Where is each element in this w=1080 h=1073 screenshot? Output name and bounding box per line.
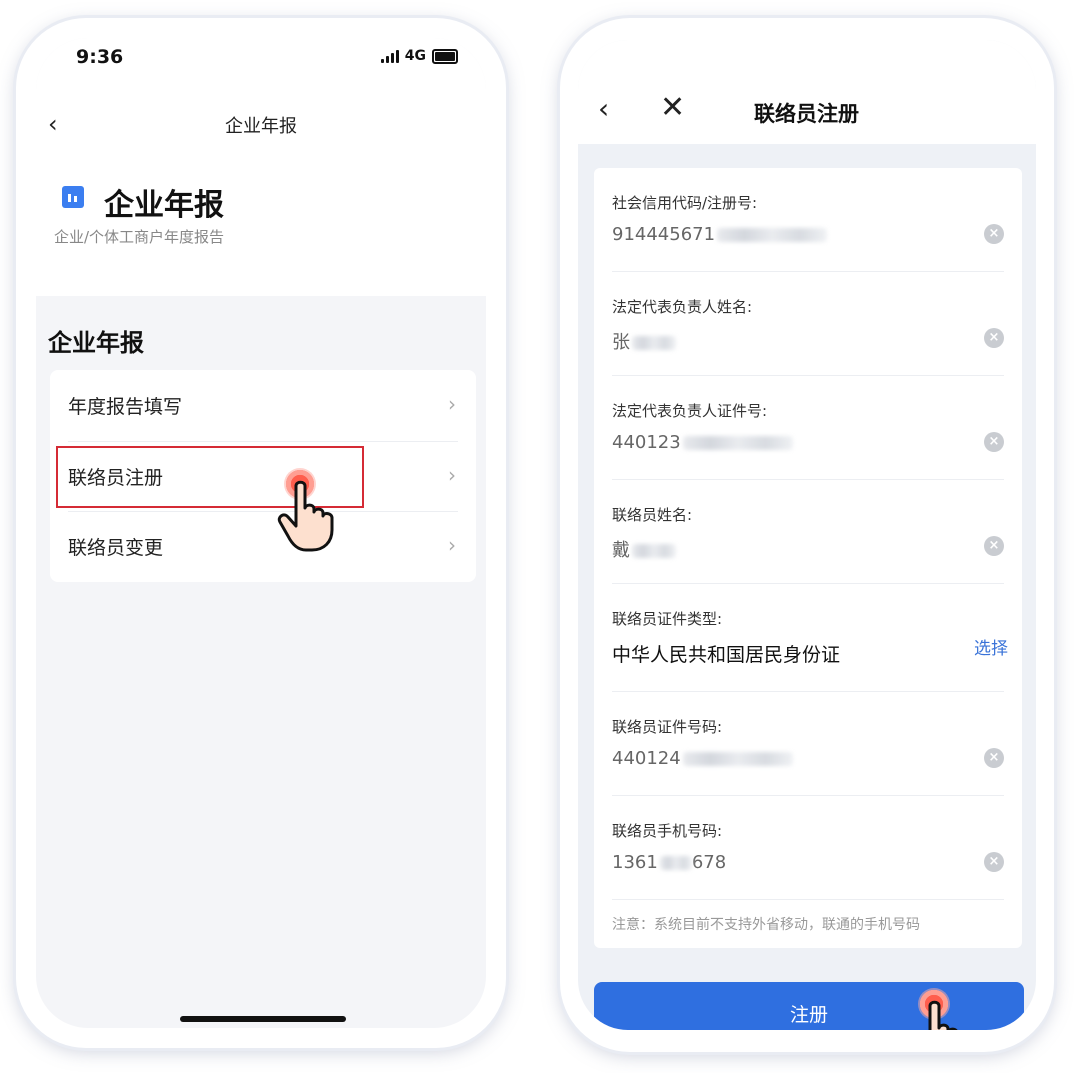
field-label: 联络员证件号码:: [612, 718, 723, 736]
status-time: 9:36: [76, 46, 124, 68]
right-phone-frame: ‹ ✕ 联络员注册 社会信用代码/注册号: 914445671 × 法定代表负责…: [560, 18, 1054, 1052]
clear-icon[interactable]: ×: [984, 852, 1004, 872]
field-label: 联络员证件类型:: [612, 610, 723, 628]
pointing-hand-icon: [928, 1000, 958, 1030]
signal-icon: [380, 49, 399, 63]
clear-icon[interactable]: ×: [984, 536, 1004, 556]
right-phone-screen: ‹ ✕ 联络员注册 社会信用代码/注册号: 914445671 × 法定代表负责…: [578, 40, 1036, 1030]
status-bar: 9:36 4G: [36, 38, 486, 88]
menu-item-label: 年度报告填写: [68, 396, 183, 418]
menu-item-label: 联络员变更: [68, 537, 164, 559]
nav-bar: ‹ 企业年报: [36, 88, 486, 158]
menu-item-annual-report[interactable]: 年度报告填写 ›: [50, 370, 476, 440]
legal-rep-id-input[interactable]: 440123: [612, 432, 793, 453]
clear-icon[interactable]: ×: [984, 328, 1004, 348]
field-credit-code: 社会信用代码/注册号: 914445671 ×: [594, 168, 1022, 272]
masked-text: [632, 336, 676, 350]
network-label: 4G: [404, 48, 426, 64]
form-note: 注意：系统目前不支持外省移动，联通的手机号码: [612, 917, 920, 933]
left-phone-screen: 9:36 4G ‹ 企业年报 企业年报 企业/个体工商户年度报告 企业年报 年度…: [36, 38, 486, 1028]
field-label: 法定代表负责人姓名:: [612, 298, 753, 316]
legal-rep-name-input[interactable]: 张: [612, 328, 676, 354]
menu-item-contact-change[interactable]: 联络员变更 ›: [50, 511, 476, 581]
masked-text: [717, 228, 828, 242]
nav-bar: ‹ ✕ 联络员注册: [578, 40, 1036, 144]
close-icon[interactable]: ✕: [660, 90, 685, 125]
clear-icon[interactable]: ×: [984, 224, 1004, 244]
clear-icon[interactable]: ×: [984, 748, 1004, 768]
hero-subtitle: 企业/个体工商户年度报告: [54, 228, 225, 246]
masked-text: [682, 436, 793, 450]
page-title: 联络员注册: [754, 102, 859, 126]
field-label: 法定代表负责人证件号:: [612, 402, 768, 420]
masked-text: [659, 856, 692, 870]
clear-icon[interactable]: ×: [984, 432, 1004, 452]
field-legal-rep-id: 法定代表负责人证件号: 440123 ×: [594, 376, 1022, 480]
hero-title: 企业年报: [104, 188, 224, 223]
battery-icon: [432, 48, 458, 64]
field-contact-id-number: 联络员证件号码: 440124 ×: [594, 692, 1022, 796]
contact-name-input[interactable]: 戴: [612, 536, 676, 562]
field-contact-phone: 联络员手机号码: 1361 678 ×: [594, 796, 1022, 900]
nav-title: 企业年报: [225, 116, 297, 137]
hero-header: 企业年报 企业/个体工商户年度报告: [36, 158, 486, 296]
report-chart-icon: [62, 186, 84, 208]
left-phone-frame: 9:36 4G ‹ 企业年报 企业年报 企业/个体工商户年度报告 企业年报 年度…: [16, 18, 506, 1048]
field-label: 联络员手机号码:: [612, 822, 723, 840]
masked-text: [632, 544, 676, 558]
section-title: 企业年报: [48, 329, 144, 357]
back-icon[interactable]: ‹: [598, 92, 609, 125]
contact-phone-input[interactable]: 1361 678: [612, 852, 726, 873]
field-legal-rep-name: 法定代表负责人姓名: 张 ×: [594, 272, 1022, 376]
chevron-right-icon: ›: [448, 463, 456, 487]
contact-id-number-input[interactable]: 440124: [612, 748, 793, 769]
status-indicators: 4G: [380, 48, 458, 64]
field-divider: [612, 899, 1004, 900]
home-indicator[interactable]: [180, 1016, 346, 1022]
chevron-right-icon: ›: [448, 392, 456, 416]
select-id-type-button[interactable]: 选择: [974, 634, 1008, 659]
credit-code-input[interactable]: 914445671: [612, 224, 828, 245]
masked-text: [682, 752, 793, 766]
field-contact-name: 联络员姓名: 戴 ×: [594, 480, 1022, 584]
field-label: 联络员姓名:: [612, 506, 693, 524]
id-type-value: 中华人民共和国居民身份证: [612, 644, 841, 666]
registration-form: 社会信用代码/注册号: 914445671 × 法定代表负责人姓名: 张 × 法…: [594, 168, 1022, 948]
field-label: 社会信用代码/注册号:: [612, 194, 758, 212]
chevron-right-icon: ›: [448, 533, 456, 557]
pointing-hand-icon: [277, 480, 334, 552]
field-contact-id-type: 联络员证件类型: 中华人民共和国居民身份证 选择: [594, 584, 1022, 692]
